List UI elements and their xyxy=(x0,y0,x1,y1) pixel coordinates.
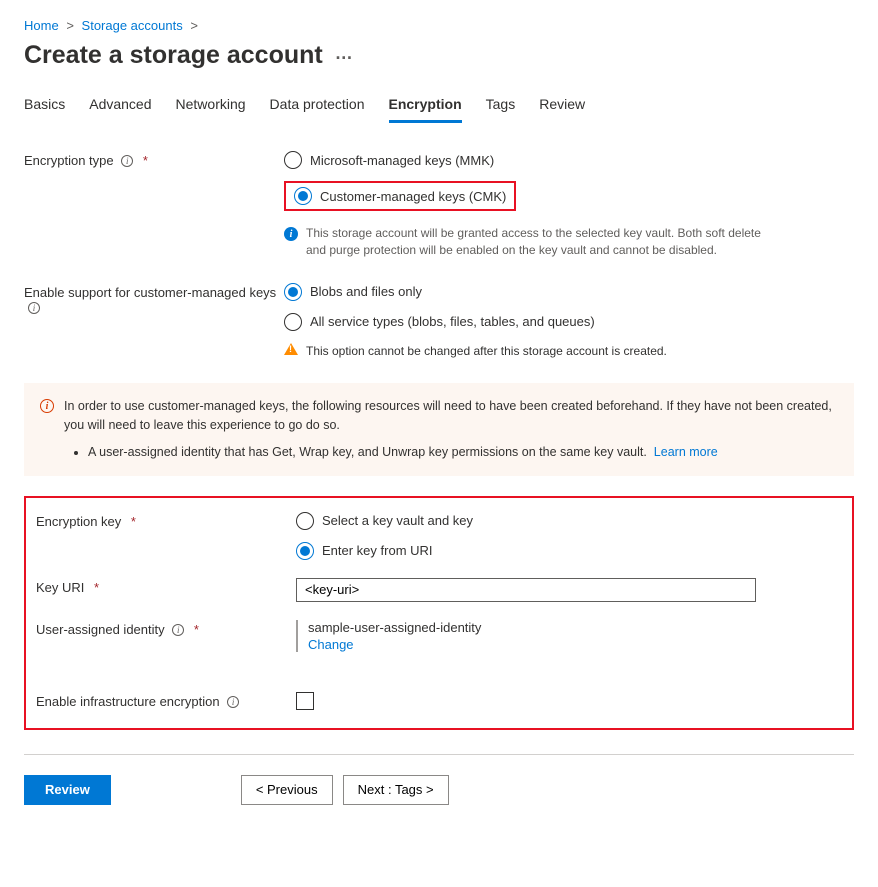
infra-encryption-checkbox[interactable] xyxy=(296,692,314,710)
chevron-right-icon: > xyxy=(66,18,74,33)
more-icon[interactable]: … xyxy=(335,43,355,64)
breadcrumb-storage-accounts[interactable]: Storage accounts xyxy=(82,18,183,33)
radio-icon xyxy=(294,187,312,205)
label-encryption-type: Encryption type i * xyxy=(24,151,284,168)
tabs: Basics Advanced Networking Data protecti… xyxy=(24,96,854,123)
previous-button[interactable]: < Previous xyxy=(241,775,333,805)
info-icon: i xyxy=(284,227,298,241)
tab-review[interactable]: Review xyxy=(539,96,585,123)
info-icon[interactable]: i xyxy=(121,155,133,167)
label-support-cmk: Enable support for customer-managed keys… xyxy=(24,283,284,315)
radio-blobs-files[interactable]: Blobs and files only xyxy=(284,283,784,301)
radio-enter-uri[interactable]: Enter key from URI xyxy=(296,542,796,560)
warn-text-support: This option cannot be changed after this… xyxy=(306,343,667,360)
change-identity-link[interactable]: Change xyxy=(308,637,796,652)
chevron-right-icon: > xyxy=(190,18,198,33)
key-uri-input[interactable] xyxy=(296,578,756,602)
footer-buttons: Review < Previous Next : Tags > xyxy=(24,775,854,805)
radio-mmk[interactable]: Microsoft-managed keys (MMK) xyxy=(284,151,784,169)
label-key-uri: Key URI * xyxy=(36,578,296,595)
breadcrumb-home[interactable]: Home xyxy=(24,18,59,33)
identity-value: sample-user-assigned-identity xyxy=(308,620,796,635)
label-encryption-key: Encryption key * xyxy=(36,512,296,529)
radio-icon xyxy=(296,512,314,530)
info-icon[interactable]: i xyxy=(172,624,184,636)
info-banner: i In order to use customer-managed keys,… xyxy=(24,383,854,475)
radio-all-services[interactable]: All service types (blobs, files, tables,… xyxy=(284,313,784,331)
tab-advanced[interactable]: Advanced xyxy=(89,96,151,123)
divider xyxy=(24,754,854,755)
radio-icon xyxy=(284,283,302,301)
tab-data-protection[interactable]: Data protection xyxy=(270,96,365,123)
label-user-assigned-identity: User-assigned identity i * xyxy=(36,620,296,637)
radio-icon xyxy=(296,542,314,560)
tab-basics[interactable]: Basics xyxy=(24,96,65,123)
info-text-cmk: This storage account will be granted acc… xyxy=(306,225,784,259)
learn-more-link[interactable]: Learn more xyxy=(654,445,718,459)
tab-encryption[interactable]: Encryption xyxy=(389,96,462,123)
tab-networking[interactable]: Networking xyxy=(176,96,246,123)
info-icon[interactable]: i xyxy=(227,696,239,708)
highlighted-section: Encryption key * Select a key vault and … xyxy=(24,496,854,730)
next-button[interactable]: Next : Tags > xyxy=(343,775,449,805)
info-icon: i xyxy=(40,399,54,413)
radio-icon xyxy=(284,151,302,169)
review-button[interactable]: Review xyxy=(24,775,111,805)
label-infra-encryption: Enable infrastructure encryption i xyxy=(36,692,296,709)
radio-select-keyvault[interactable]: Select a key vault and key xyxy=(296,512,796,530)
warning-icon xyxy=(284,343,298,355)
page-title: Create a storage account … xyxy=(24,41,854,70)
radio-cmk[interactable]: Customer-managed keys (CMK) xyxy=(294,187,506,205)
tab-tags[interactable]: Tags xyxy=(486,96,516,123)
radio-icon xyxy=(284,313,302,331)
breadcrumb: Home > Storage accounts > xyxy=(24,18,854,33)
info-icon[interactable]: i xyxy=(28,302,40,314)
